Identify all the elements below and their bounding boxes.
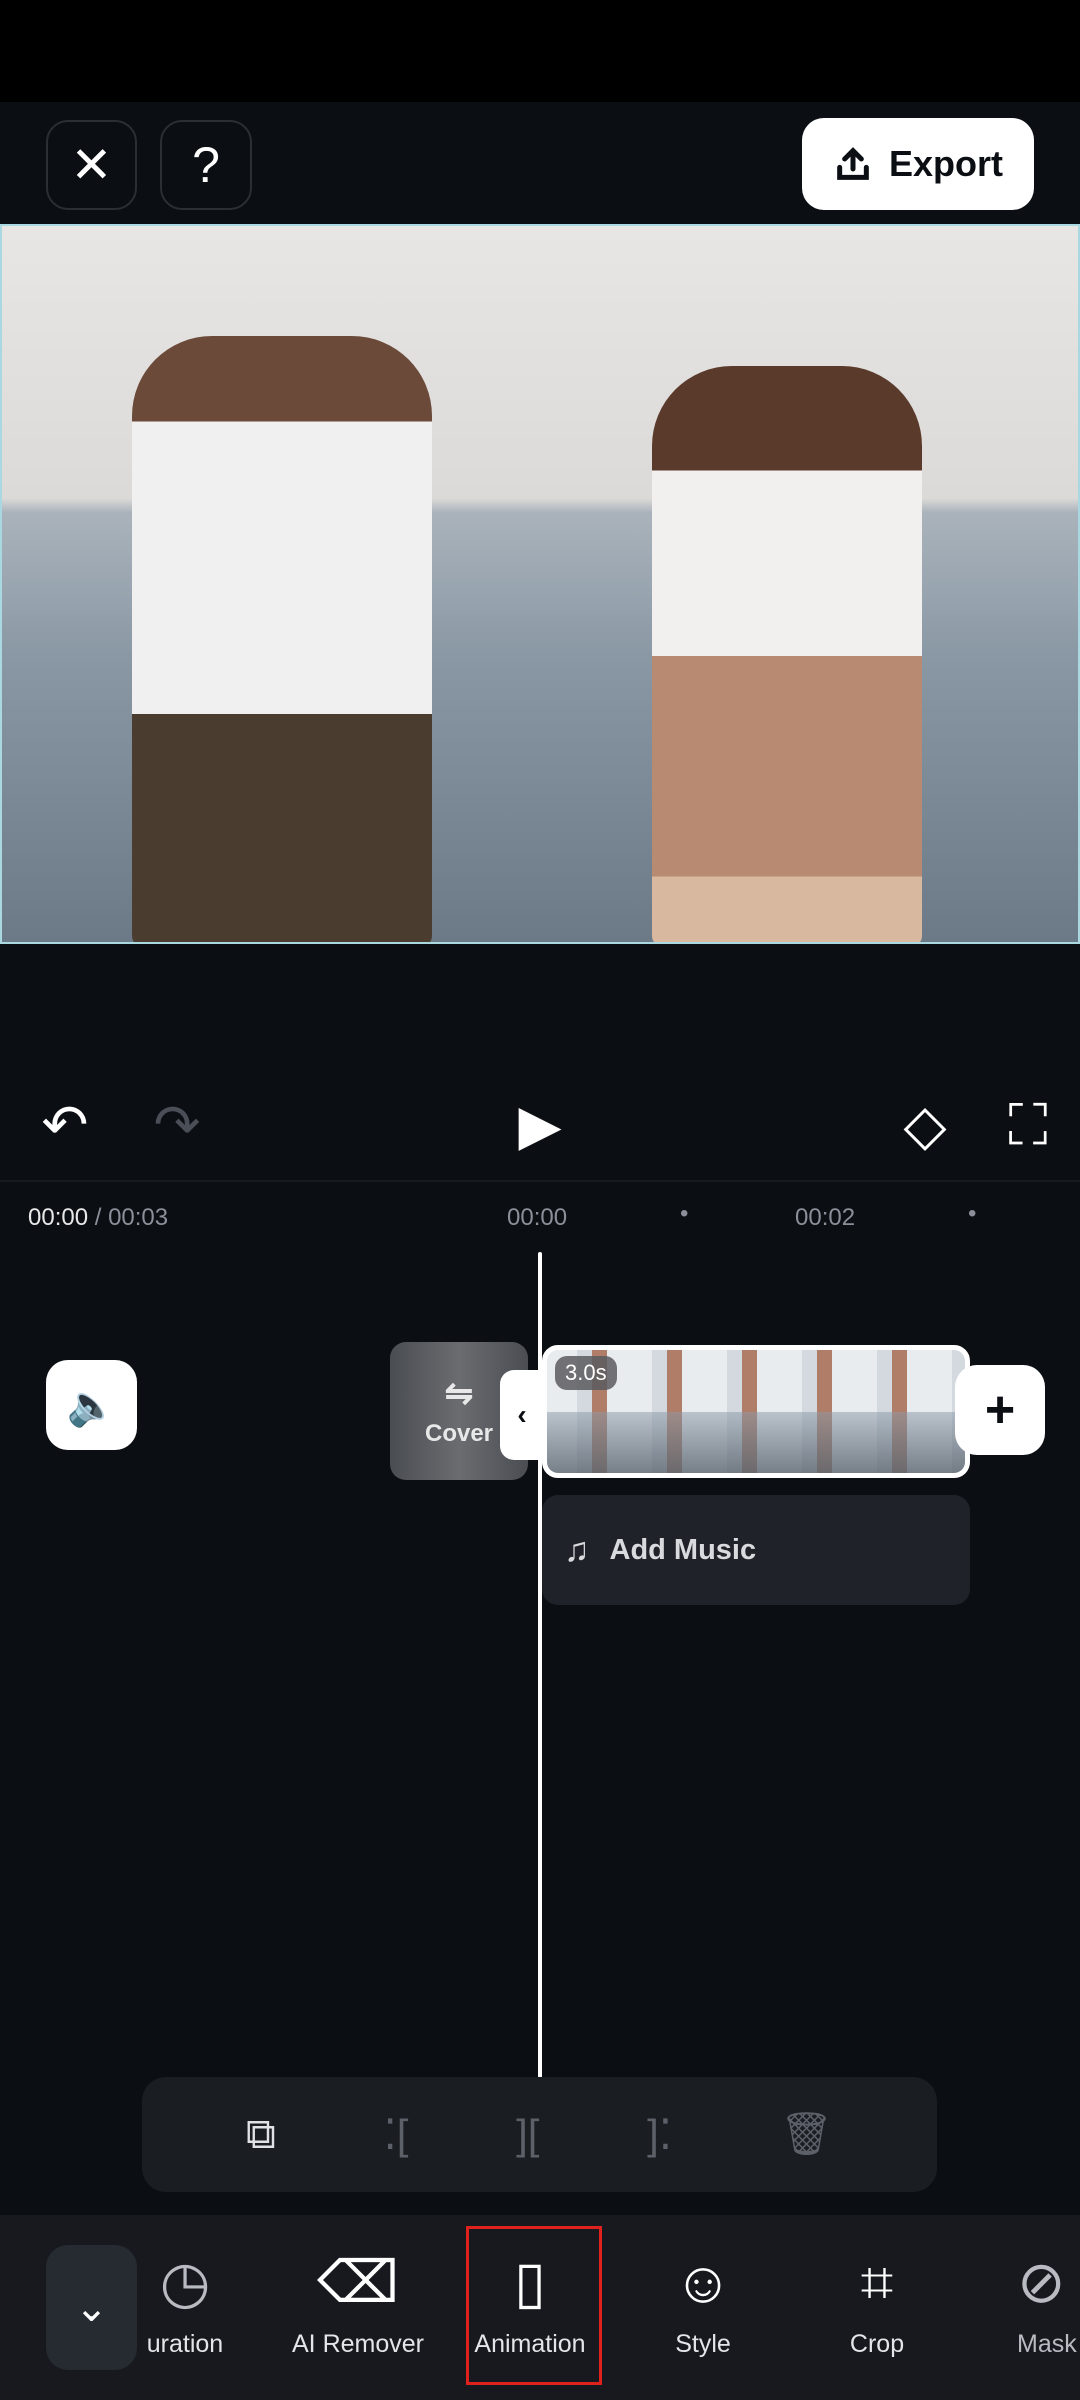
total-time: / 00:03 [94,1204,169,1231]
clip-thumbnail [547,1411,965,1473]
add-keyframe-button[interactable]: ◇ [890,1090,960,1160]
upload-icon [837,147,869,180]
redo-button[interactable]: ↷ [142,1090,212,1160]
divider [0,1180,1080,1182]
highlight-box [466,2226,602,2385]
current-time: 00:00 [28,1204,89,1231]
help-button[interactable]: ? [160,120,252,210]
play-button[interactable]: ▶ [505,1090,575,1160]
edit-toolbar: ⧉ ⁚[ ][ ]⁚ 🗑 [142,2077,937,2192]
fullscreen-icon: ⛶ [1008,1092,1048,1156]
chevron-left-icon: ‹ [517,1399,527,1430]
split-left-icon[interactable]: ⁚[ [383,2110,408,2159]
music-add-icon: ♫ [564,1530,590,1569]
duplicate-icon[interactable]: ⧉ [246,2110,276,2159]
clock-icon: ◷ [159,2250,211,2315]
video-preview[interactable] [0,224,1080,944]
split-right-icon[interactable]: ]⁚ [647,2110,672,2159]
tool-ai-remover[interactable]: ⌫ AI Remover [283,2250,433,2359]
play-icon: ▶ [518,1093,562,1156]
redo-icon: ↷ [153,1093,201,1156]
delete-icon[interactable]: 🗑 [780,2110,833,2159]
tool-mask[interactable]: ⊘ Mask [975,2250,1080,2359]
status-bar [0,0,1080,102]
playhead[interactable] [538,1252,542,2078]
tool-duration[interactable]: ◷ uration [110,2250,260,2359]
undo-icon: ↶ [41,1093,89,1156]
plus-icon: + [984,1381,1016,1439]
crop-icon: ⌗ [860,2250,894,2315]
swap-icon: ⇋ [444,1375,474,1413]
tool-crop[interactable]: ⌗ Crop [802,2250,952,2359]
volume-icon: 🔈 [66,1383,117,1428]
chevron-down-icon: ⌄ [74,2285,109,2330]
close-icon: ✕ [70,137,113,193]
split-icon[interactable]: ][ [516,2111,539,2159]
close-button[interactable]: ✕ [46,120,137,210]
export-button[interactable]: Export [802,118,1034,210]
mute-button[interactable]: 🔈 [46,1360,137,1450]
add-keyframe-icon: ◇ [903,1093,947,1156]
ai-eraser-icon: ⌫ [316,2250,399,2315]
add-music-button[interactable]: ♫ Add Music [542,1495,970,1605]
clip-duration-badge: 3.0s [555,1356,617,1390]
tool-style[interactable]: ☺ Style [628,2250,778,2359]
video-clip[interactable]: 3.0s [542,1345,970,1478]
undo-button[interactable]: ↶ [30,1090,100,1160]
ruler-dot: • [680,1200,689,1227]
time-display: 00:00 / 00:03 [28,1204,168,1232]
ruler-dot: • [968,1200,977,1227]
style-icon: ☺ [673,2250,733,2315]
ruler-tick: 00:02 [795,1204,856,1231]
fullscreen-button[interactable]: ⛶ [993,1090,1063,1160]
add-clip-button[interactable]: + [955,1365,1045,1455]
ruler-tick: 00:00 [507,1204,568,1231]
mask-icon: ⊘ [1017,2250,1066,2315]
